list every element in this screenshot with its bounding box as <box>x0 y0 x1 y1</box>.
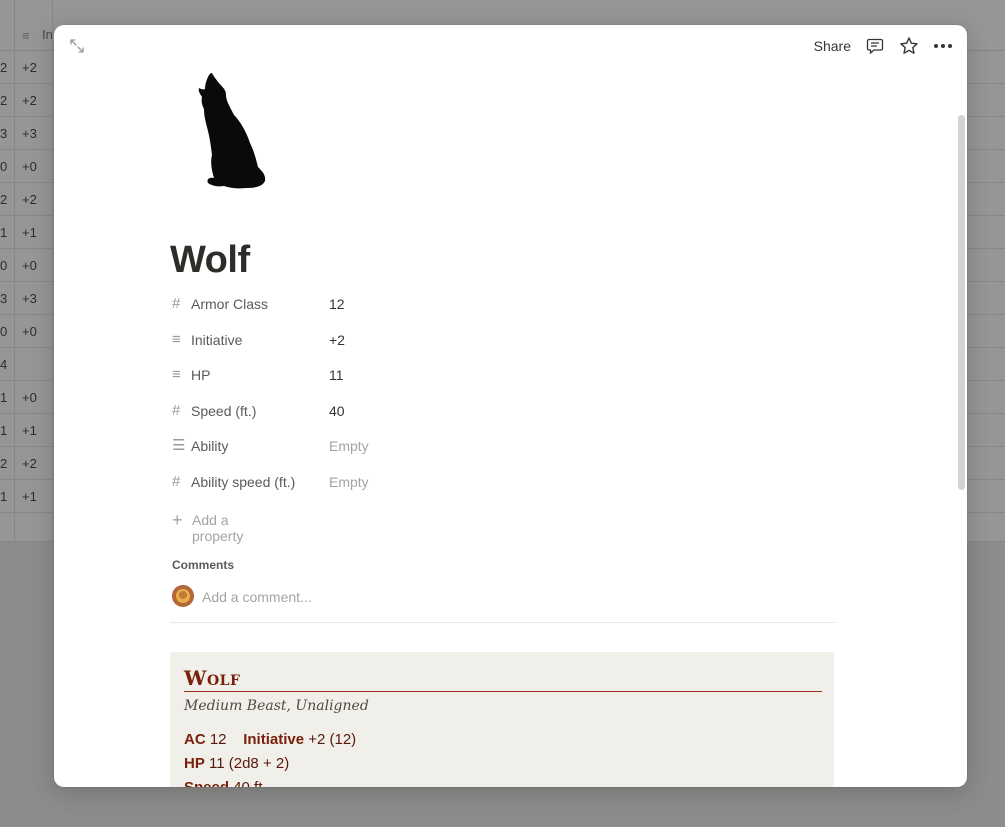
table-cell: +2 <box>22 456 37 471</box>
share-button[interactable]: Share <box>814 38 851 54</box>
property-value[interactable]: 11 <box>329 367 344 383</box>
property-name[interactable]: Initiative <box>191 332 242 348</box>
table-cell: +2 <box>22 60 37 75</box>
table-cell: 2 <box>0 192 8 207</box>
table-cell: 3 <box>0 126 8 141</box>
hp-value: 11 (2d8 + 2) <box>209 755 290 772</box>
property-value[interactable]: +2 <box>329 332 345 348</box>
property-row[interactable]: # Armor Class 12 <box>170 288 670 322</box>
table-cell: 4 <box>0 357 8 372</box>
table-cell: +1 <box>22 489 37 504</box>
table-cell: +1 <box>22 423 37 438</box>
comment-input[interactable]: Add a comment... <box>202 589 312 605</box>
property-row[interactable]: ☰ Ability Empty <box>170 430 670 464</box>
property-name[interactable]: Speed (ft.) <box>191 403 256 419</box>
property-row[interactable]: ≡ Initiative +2 <box>170 324 670 358</box>
stat-block-hp-line: HP 11 (2d8 + 2) <box>184 755 289 772</box>
table-cell: 1 <box>0 423 8 438</box>
stat-block-rule <box>184 691 822 692</box>
wolf-icon[interactable] <box>196 71 276 191</box>
property-row[interactable]: ≡ HP 11 <box>170 359 670 393</box>
table-cell: +0 <box>22 390 37 405</box>
avatar <box>172 585 194 607</box>
more-icon[interactable] <box>933 36 953 56</box>
speed-value: 40 ft. <box>233 779 266 787</box>
comment-composer[interactable]: Add a comment... <box>172 585 836 609</box>
table-cell: +3 <box>22 126 37 141</box>
property-row[interactable]: # Ability speed (ft.) Empty <box>170 466 670 500</box>
expand-icon[interactable] <box>68 37 86 55</box>
table-cell: +0 <box>22 324 37 339</box>
divider <box>170 622 836 623</box>
property-value[interactable]: Empty <box>329 438 369 454</box>
property-value[interactable]: 40 <box>329 403 345 419</box>
table-cell: 1 <box>0 390 8 405</box>
table-cell: 2 <box>0 60 8 75</box>
number-icon: # <box>172 401 181 419</box>
comments-heading: Comments <box>172 558 235 572</box>
property-name[interactable]: HP <box>191 367 210 383</box>
table-cell: 1 <box>0 225 8 240</box>
comment-icon[interactable] <box>865 36 885 56</box>
topbar-actions: Share <box>814 35 953 57</box>
list-icon: ☰ <box>172 437 186 454</box>
stat-block-speed-line: Speed 40 ft. <box>184 779 267 787</box>
text-icon: ≡ <box>172 330 181 348</box>
stat-block-type: Medium Beast, Unaligned <box>184 698 369 714</box>
stat-block: Wolf Medium Beast, Unaligned AC 12 Initi… <box>170 652 834 787</box>
property-name[interactable]: Armor Class <box>191 296 268 312</box>
table-cell: +2 <box>22 192 37 207</box>
table-cell: 0 <box>0 258 8 273</box>
property-name[interactable]: Ability speed (ft.) <box>191 474 295 490</box>
ac-label: AC <box>184 731 206 748</box>
add-property-label: Add a property <box>192 512 244 544</box>
stat-block-ac-line: AC 12 Initiative +2 (12) <box>184 731 356 748</box>
table-cell: +0 <box>22 159 37 174</box>
property-value[interactable]: Empty <box>329 474 369 490</box>
plus-icon: + <box>172 510 183 530</box>
table-cell: 3 <box>0 291 8 306</box>
property-name[interactable]: Ability <box>191 438 228 454</box>
table-cell: 0 <box>0 159 8 174</box>
initiative-value: +2 (12) <box>308 731 357 748</box>
number-icon: # <box>172 472 181 490</box>
number-icon: # <box>172 295 181 312</box>
table-cell: +0 <box>22 258 37 273</box>
table-cell: 1 <box>0 489 8 504</box>
table-cell: +2 <box>22 93 37 108</box>
hp-label: HP <box>184 755 205 772</box>
stat-block-name: Wolf <box>184 666 241 690</box>
ac-value: 12 <box>209 731 227 748</box>
column-header: In <box>42 27 53 42</box>
property-row[interactable]: # Speed (ft.) 40 <box>170 395 670 429</box>
table-cell: +3 <box>22 291 37 306</box>
table-cell: 2 <box>0 456 8 471</box>
table-cell: 2 <box>0 93 8 108</box>
table-cell: +1 <box>22 225 37 240</box>
scrollbar-thumb[interactable] <box>958 115 965 490</box>
text-icon: ≡ <box>172 366 181 383</box>
initiative-label: Initiative <box>243 731 305 748</box>
speed-label: Speed <box>184 779 229 787</box>
text-icon: ≡ <box>22 28 30 43</box>
page-title[interactable]: Wolf <box>170 239 250 282</box>
table-cell: 0 <box>0 324 8 339</box>
property-value[interactable]: 12 <box>329 296 345 312</box>
page-peek-modal: Share Wolf # Armor Class 12 ≡ Initiative +2 ≡ H… <box>54 25 967 787</box>
star-icon[interactable] <box>899 36 919 56</box>
